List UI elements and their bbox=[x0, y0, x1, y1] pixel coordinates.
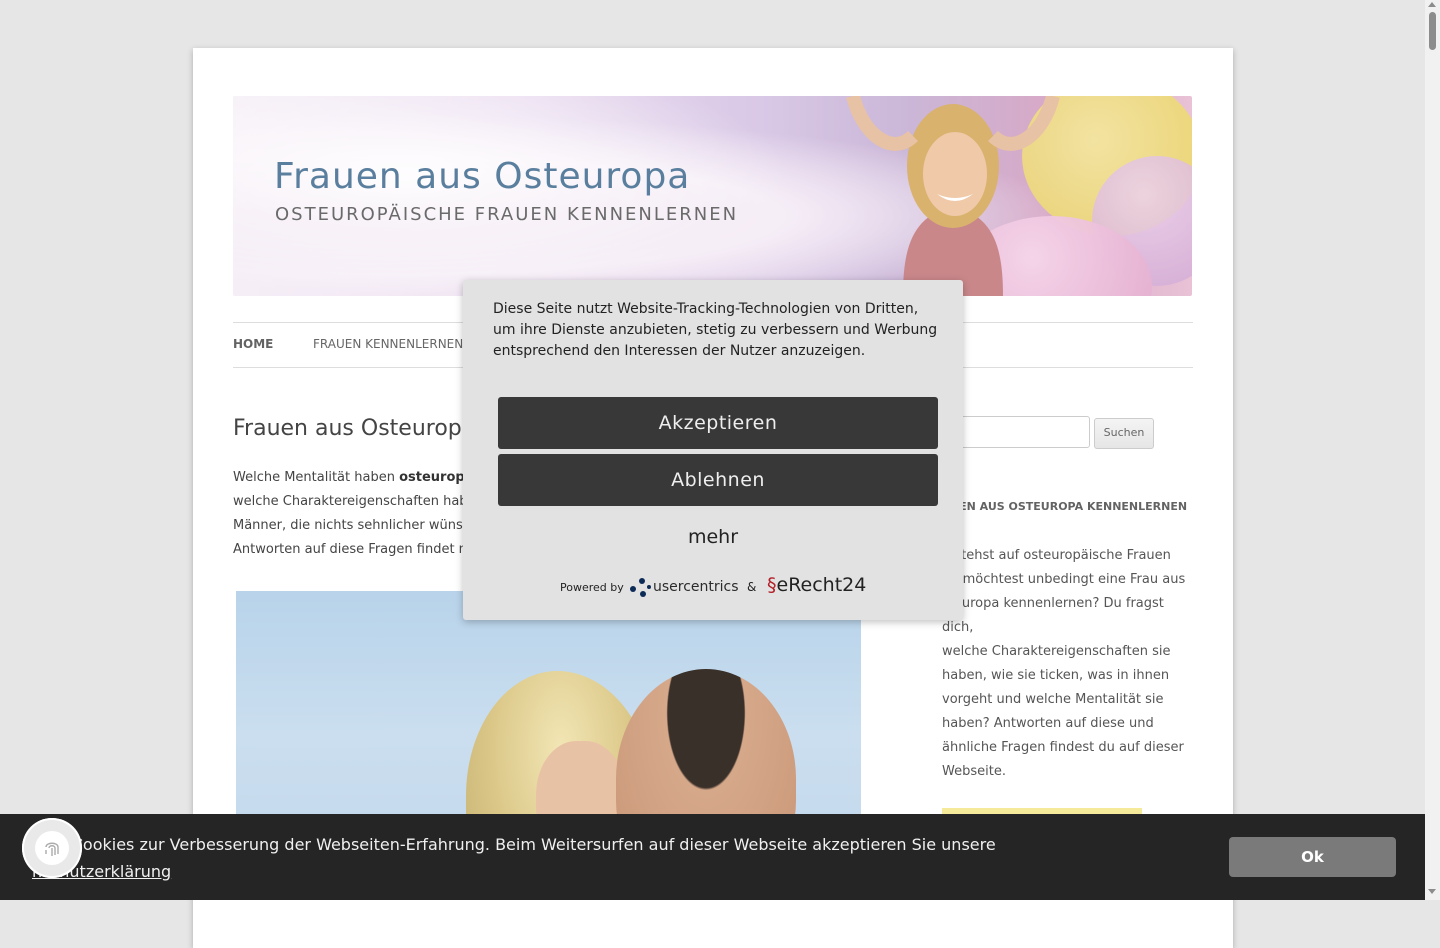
scrollbar-thumb[interactable] bbox=[1429, 12, 1436, 50]
intro-line-1b: osteurop bbox=[399, 470, 465, 485]
intro-line-4: Antworten auf diese Fragen findet n bbox=[233, 542, 467, 557]
nav-item-frauen-kennenlernen[interactable]: FRAUEN KENNENLERNEN bbox=[313, 337, 463, 351]
article-title: Frauen aus Osteuropa bbox=[233, 416, 476, 441]
ampersand: & bbox=[747, 580, 757, 594]
privacy-settings-button[interactable] bbox=[22, 818, 82, 878]
intro-line-1a: Welche Mentalität haben bbox=[233, 470, 400, 485]
consent-dialog: Diese Seite nutzt Website-Tracking-Techn… bbox=[463, 280, 963, 620]
erecht24-mark-icon: § bbox=[767, 574, 777, 596]
couple-photo bbox=[236, 591, 861, 851]
intro-line-2: welche Charaktereigenschaften hab bbox=[233, 494, 468, 509]
nav-item-home[interactable]: HOME bbox=[233, 337, 273, 351]
widget-line: ähnliche Fragen findest du auf dieser bbox=[942, 740, 1184, 755]
site-title[interactable]: Frauen aus Osteuropa bbox=[274, 156, 690, 197]
usercentrics-text: usercentrics bbox=[653, 579, 739, 595]
fingerprint-icon bbox=[35, 831, 69, 865]
scroll-down-icon[interactable] bbox=[1428, 889, 1436, 894]
consent-message: Diese Seite nutzt Website-Tracking-Techn… bbox=[493, 301, 938, 359]
cookie-bar: tzen Cookies zur Verbesserung der Websei… bbox=[0, 814, 1425, 900]
cookie-ok-button[interactable]: Ok bbox=[1229, 837, 1396, 877]
widget-line: steuropa kennenlernen? Du fragst dich, bbox=[942, 596, 1164, 635]
widget-line: haben? Antworten auf diese und bbox=[942, 716, 1154, 731]
cookie-message: tzen Cookies zur Verbesserung der Websei… bbox=[32, 835, 996, 854]
accept-button[interactable]: Akzeptieren bbox=[498, 397, 938, 449]
widget-line: u stehst auf osteuropäische Frauen bbox=[942, 548, 1171, 563]
cookie-text: tzen Cookies zur Verbesserung der Websei… bbox=[32, 831, 1162, 885]
scroll-up-icon[interactable] bbox=[1428, 2, 1436, 7]
widget-line: Webseite. bbox=[942, 764, 1006, 779]
widget-line: vorgeht und welche Mentalität sie bbox=[942, 692, 1164, 707]
more-link[interactable]: mehr bbox=[463, 526, 963, 548]
erecht24-text: eRecht24 bbox=[776, 574, 867, 596]
erecht24-logo[interactable]: §eRecht24 bbox=[767, 574, 866, 596]
site-subtitle: OSTEUROPÄISCHE FRAUEN KENNENLERNEN bbox=[275, 204, 739, 225]
intro-line-3: Männer, die nichts sehnlicher wüns bbox=[233, 518, 463, 533]
widget-line: welche Charaktereigenschaften sie bbox=[942, 644, 1171, 659]
search-button[interactable]: Suchen bbox=[1094, 418, 1154, 449]
header-banner[interactable]: Frauen aus Osteuropa OSTEUROPÄISCHE FRAU… bbox=[233, 96, 1192, 296]
page-scrollbar[interactable] bbox=[1425, 0, 1440, 900]
widget-title: AUEN AUS OSTEUROPA KENNENLERNEN bbox=[942, 500, 1188, 513]
banner-woman-image bbox=[846, 96, 1060, 296]
search-input[interactable] bbox=[948, 416, 1090, 448]
usercentrics-logo[interactable]: usercentrics bbox=[629, 576, 739, 598]
widget-text: u stehst auf osteuropäische Frauen nd mö… bbox=[942, 544, 1194, 784]
widget-line: nd möchtest unbedingt eine Frau aus bbox=[942, 572, 1186, 587]
article-intro: Welche Mentalität haben osteurop welche … bbox=[233, 466, 483, 562]
powered-by-label: Powered by bbox=[560, 581, 624, 594]
usercentrics-dots-icon bbox=[630, 578, 651, 597]
widget-line: haben, wie sie ticken, was in ihnen bbox=[942, 668, 1170, 683]
deny-button[interactable]: Ablehnen bbox=[498, 454, 938, 506]
